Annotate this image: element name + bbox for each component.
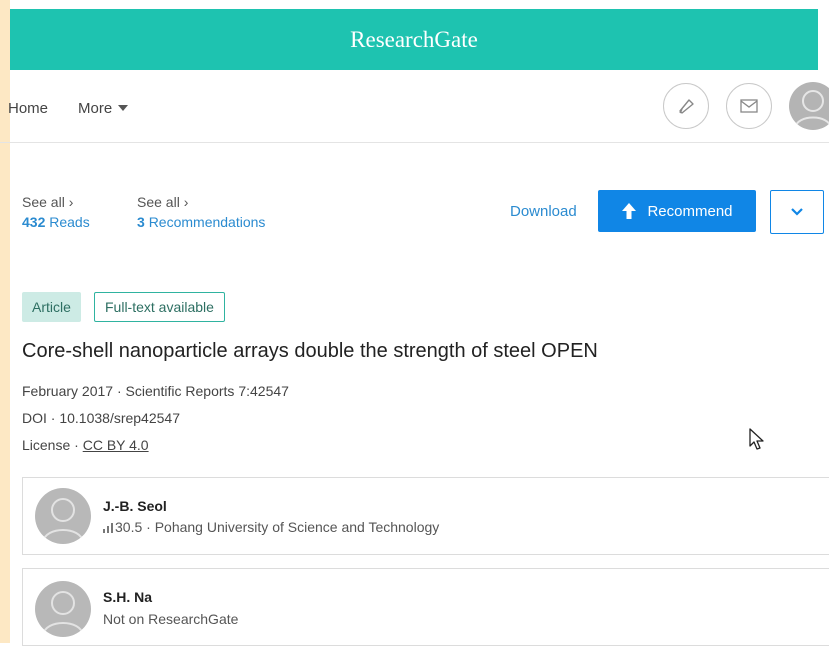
download-link[interactable]: Download bbox=[510, 203, 577, 220]
user-avatar[interactable] bbox=[789, 82, 829, 130]
mail-icon bbox=[740, 99, 758, 113]
author-name[interactable]: S.H. Na bbox=[103, 589, 152, 605]
recommendations-stat[interactable]: See all › 3 Recommendations bbox=[137, 194, 265, 230]
article-date-journal: February 2017 · Scientific Reports 7:425… bbox=[22, 383, 289, 399]
author-status: Not on ResearchGate bbox=[103, 611, 239, 627]
full-text-badge: Full-text available bbox=[94, 292, 225, 322]
avatar-silhouette-icon bbox=[42, 591, 84, 636]
article-type-badge: Article bbox=[22, 292, 81, 322]
more-actions-dropdown[interactable] bbox=[770, 190, 824, 234]
mouse-cursor-icon bbox=[749, 428, 764, 450]
reads-count: 432 bbox=[22, 214, 46, 230]
nav-home-link[interactable]: Home bbox=[8, 100, 48, 117]
avatar-silhouette-icon bbox=[42, 498, 84, 543]
author-avatar[interactable] bbox=[35, 488, 91, 544]
recommendations-see-all-link[interactable]: See all › bbox=[137, 194, 265, 210]
recommend-label: Recommend bbox=[647, 202, 733, 220]
author-card[interactable]: J.-B. Seol 30.5 · Pohang University of S… bbox=[22, 477, 829, 555]
author-score: 30.5 bbox=[115, 519, 143, 535]
reads-line[interactable]: 432 Reads bbox=[22, 214, 90, 230]
messages-button[interactable] bbox=[726, 83, 772, 129]
author-card[interactable]: S.H. Na Not on ResearchGate bbox=[22, 568, 829, 646]
author-meta: 30.5 · Pohang University of Science and … bbox=[103, 519, 439, 535]
avatar-silhouette-icon bbox=[794, 90, 829, 129]
reads-see-all-link[interactable]: See all › bbox=[22, 194, 90, 210]
author-avatar[interactable] bbox=[35, 581, 91, 637]
article-doi: DOI · 10.1038/srep42547 bbox=[22, 410, 180, 426]
app-header: ResearchGate bbox=[10, 9, 818, 70]
bell-icon bbox=[679, 99, 694, 114]
recommendations-line[interactable]: 3 Recommendations bbox=[137, 214, 265, 230]
reads-stat[interactable]: See all › 432 Reads bbox=[22, 194, 90, 230]
recommend-button[interactable]: Recommend bbox=[598, 190, 756, 232]
license-prefix: License · bbox=[22, 437, 83, 453]
article-title: Core-shell nanoparticle arrays double th… bbox=[22, 340, 598, 362]
recommendations-label: Recommendations bbox=[148, 214, 266, 230]
brand-logo[interactable]: ResearchGate bbox=[350, 27, 478, 53]
chevron-down-icon bbox=[118, 105, 129, 111]
nav-more-label: More bbox=[78, 100, 113, 117]
license-link[interactable]: CC BY 4.0 bbox=[83, 437, 149, 453]
chevron-down-icon bbox=[791, 208, 803, 216]
author-name[interactable]: J.-B. Seol bbox=[103, 498, 167, 514]
reads-label: Reads bbox=[49, 214, 90, 230]
recommendations-count: 3 bbox=[137, 214, 145, 230]
notifications-button[interactable] bbox=[663, 83, 709, 129]
score-bars-icon bbox=[103, 523, 113, 533]
article-license: License · CC BY 4.0 bbox=[22, 437, 149, 453]
author-affiliation: · Pohang University of Science and Techn… bbox=[142, 519, 440, 535]
arrow-up-icon bbox=[622, 203, 637, 219]
nav-more-menu[interactable]: More bbox=[78, 100, 129, 117]
